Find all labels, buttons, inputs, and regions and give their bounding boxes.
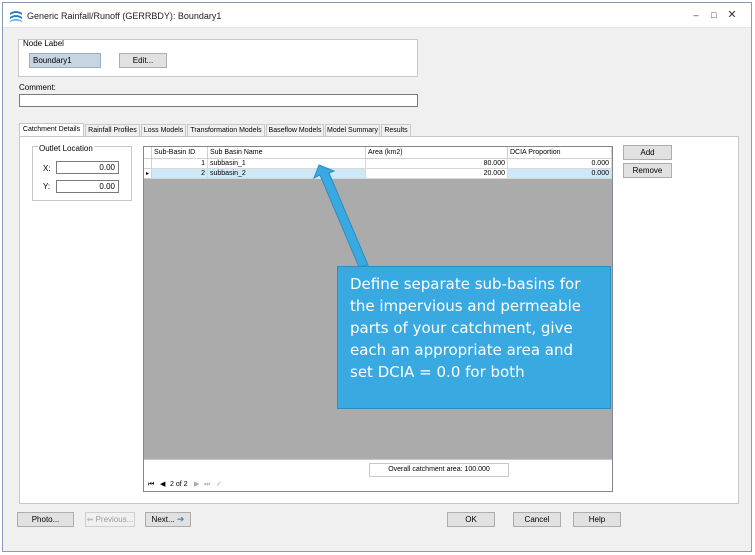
comment-label: Comment: xyxy=(19,83,56,92)
ok-button[interactable]: OK xyxy=(447,512,495,527)
cancel-button[interactable]: Cancel xyxy=(513,512,561,527)
outlet-x-label: X: xyxy=(43,164,51,173)
callout-line: each an appropriate area and xyxy=(350,341,574,359)
table-cell-dcia[interactable]: 0.000 xyxy=(508,169,612,179)
row-header[interactable] xyxy=(144,159,152,169)
photo-button[interactable]: Photo... xyxy=(17,512,74,527)
next-button-label: Next... xyxy=(151,515,175,524)
maximize-icon[interactable]: □ xyxy=(707,9,721,21)
record-position: 2 of 2 xyxy=(170,481,188,488)
record-navigator: ⏮ ◀ 2 of 2 ▶ ⏭ ✓ xyxy=(144,479,612,491)
table-cell-id[interactable]: 1 xyxy=(152,159,208,169)
table-cell-dcia[interactable]: 0.000 xyxy=(508,159,612,169)
column-header-dcia[interactable]: DCIA Proportion xyxy=(508,147,612,159)
table-footer: Overall catchment area: 100.000 xyxy=(144,459,612,479)
first-record-icon[interactable]: ⏮ xyxy=(148,479,154,491)
back-arrow-icon: ⬅ xyxy=(86,515,94,524)
tab-model-summary[interactable]: Model Summary xyxy=(325,124,380,136)
remove-button[interactable]: Remove xyxy=(623,163,672,178)
table-cell-id[interactable]: 2 xyxy=(152,169,208,179)
tab-loss-models[interactable]: Loss Models xyxy=(141,124,186,136)
table-cell-name[interactable]: subbasin_2 xyxy=(208,169,366,179)
outlet-x-input[interactable]: 0.00 xyxy=(56,161,119,174)
table-cell-area[interactable]: 20.000 xyxy=(366,169,508,179)
callout-line: parts of your catchment, give xyxy=(350,319,573,337)
column-header-area[interactable]: Area (km2) xyxy=(366,147,508,159)
callout-line: set DCIA = 0.0 for both xyxy=(350,363,525,381)
outlet-y-input[interactable]: 0.00 xyxy=(56,180,119,193)
tab-transformation-models[interactable]: Transformation Models xyxy=(187,124,265,136)
callout-line: Define separate sub-basins for xyxy=(350,275,581,293)
tab-catchment-details[interactable]: Catchment Details xyxy=(19,123,84,137)
table-cell-area[interactable]: 80.000 xyxy=(366,159,508,169)
edit-label-button[interactable]: Edit... xyxy=(119,53,167,68)
total-area-readout: Overall catchment area: 100.000 xyxy=(369,463,509,477)
tab-rainfall-profiles[interactable]: Rainfall Profiles xyxy=(85,124,140,136)
confirm-record-icon[interactable]: ✓ xyxy=(216,479,222,491)
help-button[interactable]: Help xyxy=(573,512,621,527)
column-header-name[interactable]: Sub Basin Name xyxy=(208,147,366,159)
tip-callout: Define separate sub-basins for the imper… xyxy=(337,266,611,409)
tab-results[interactable]: Results xyxy=(381,124,411,136)
callout-line: the impervious and permeable xyxy=(350,297,581,315)
last-record-icon[interactable]: ⏭ xyxy=(204,479,210,491)
comment-input[interactable] xyxy=(19,94,418,107)
prev-record-icon[interactable]: ◀ xyxy=(160,479,165,491)
dialog-window: Generic Rainfall/Runoff (GERRBDY): Bound… xyxy=(2,2,752,552)
tab-baseflow-models[interactable]: Baseflow Models xyxy=(266,124,324,136)
previous-button-label: Previous... xyxy=(95,515,134,524)
app-icon xyxy=(10,11,22,22)
close-icon[interactable]: ✕ xyxy=(725,9,739,21)
next-record-icon[interactable]: ▶ xyxy=(194,479,199,491)
outlet-location-label: Outlet Location xyxy=(38,144,94,153)
table-cell-name[interactable]: subbasin_1 xyxy=(208,159,366,169)
outlet-y-label: Y: xyxy=(43,182,51,191)
node-label-group-label: Node Label xyxy=(23,39,64,48)
outlet-location-group: Outlet Location X: 0.00 Y: 0.00 xyxy=(32,144,132,201)
next-button[interactable]: Next... ➔ xyxy=(145,512,191,527)
column-header-id[interactable]: Sub-Basin ID xyxy=(152,147,208,159)
node-label-input[interactable]: Boundary1 xyxy=(29,53,101,68)
title-bar: Generic Rainfall/Runoff (GERRBDY): Bound… xyxy=(3,3,751,28)
previous-button[interactable]: ⬅ Previous... xyxy=(85,512,135,527)
window-title: Generic Rainfall/Runoff (GERRBDY): Bound… xyxy=(27,11,222,21)
forward-arrow-icon: ➔ xyxy=(176,514,185,524)
column-header-corner xyxy=(144,147,152,159)
minimize-icon[interactable]: – xyxy=(689,9,703,21)
node-label-group: Node Label Boundary1 Edit... xyxy=(18,39,418,77)
add-button[interactable]: Add xyxy=(623,145,672,160)
row-header-current[interactable]: ▸ xyxy=(144,169,152,179)
bottom-button-bar: Photo... ⬅ Previous... Next... ➔ OK Canc… xyxy=(9,503,745,545)
